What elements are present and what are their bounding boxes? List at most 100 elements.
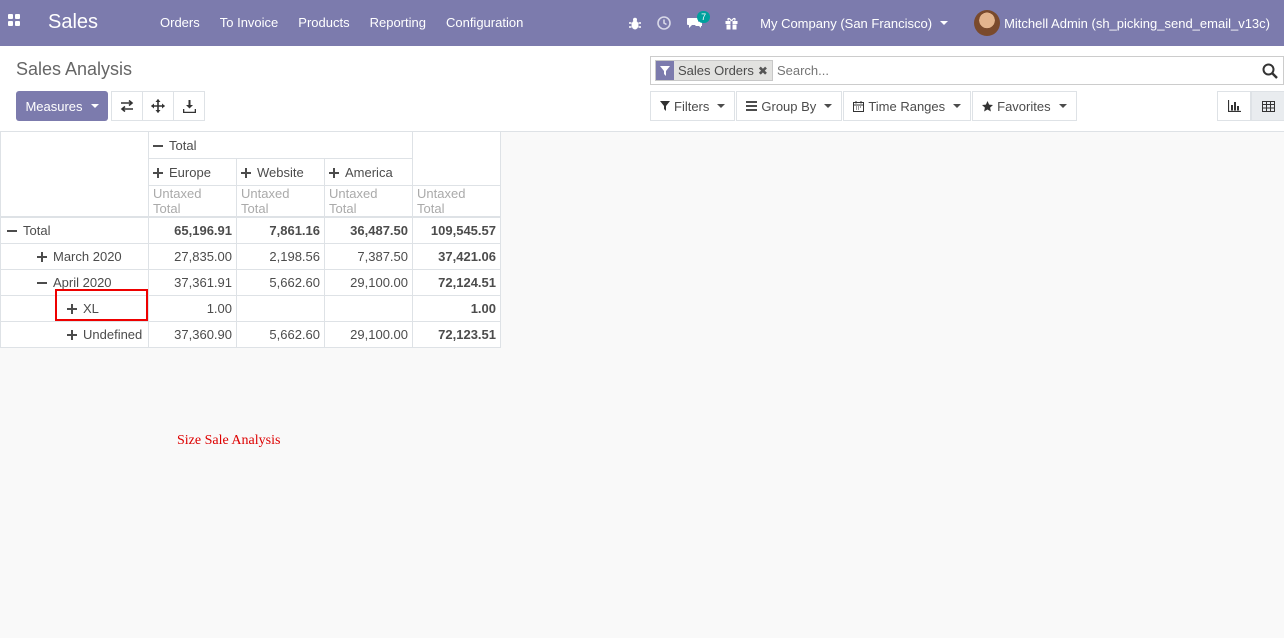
pivot-cell[interactable]: 27,835.00 [148, 242, 237, 270]
measure-header[interactable]: Untaxed Total [412, 185, 501, 218]
flip-axis-button[interactable] [111, 91, 143, 121]
time-ranges-button[interactable]: Time Ranges [843, 91, 972, 121]
time-ranges-label: Time Ranges [868, 98, 946, 114]
top-navbar: Sales Orders To Invoice Products Reporti… [0, 0, 1284, 46]
pivot-cell-total[interactable]: 72,124.51 [412, 268, 501, 296]
activity-clock-icon[interactable] [657, 16, 671, 30]
pivot-cell-total[interactable]: 1.00 [412, 294, 501, 322]
menu-item-to-invoice[interactable]: To Invoice [210, 0, 289, 46]
pivot-actions [111, 91, 205, 121]
menu-item-orders[interactable]: Orders [150, 0, 210, 46]
pivot-cell[interactable]: 2,198.56 [236, 242, 325, 270]
control-panel: Sales Analysis Sales Orders ✖ Measures [0, 46, 1284, 132]
collapse-icon [7, 223, 17, 238]
exchange-icon [120, 100, 134, 112]
measure-header[interactable]: Untaxed Total [324, 185, 413, 218]
systray: 7 My Company (San Francisco) Mitchell Ad… [621, 0, 1284, 46]
chevron-down-icon [953, 104, 962, 108]
pivot-cell[interactable]: 37,360.90 [148, 320, 237, 348]
col-header-grand-total [412, 131, 501, 186]
filters-label: Filters [674, 98, 710, 114]
search-icon[interactable] [1257, 63, 1283, 79]
company-switcher[interactable]: My Company (San Francisco) [760, 16, 949, 31]
pivot-cell-total[interactable]: 37,421.06 [412, 242, 501, 270]
pivot-cell-total[interactable]: 72,123.51 [412, 320, 501, 348]
favorites-button[interactable]: Favorites [972, 91, 1077, 121]
row-header-label: XL [83, 300, 99, 316]
row-header-april-2020[interactable]: April 2020 [0, 268, 149, 296]
measure-header[interactable]: Untaxed Total [148, 185, 237, 218]
table-row: XL 1.00 1.00 [0, 294, 501, 322]
col-header-total[interactable]: Total [148, 131, 413, 159]
chevron-down-icon [940, 21, 949, 25]
download-icon [182, 99, 196, 113]
pivot-cell[interactable]: 36,487.50 [324, 216, 413, 244]
expand-icon [153, 168, 163, 179]
pivot-cell[interactable]: 29,100.00 [324, 268, 413, 296]
pivot-cell[interactable]: 7,861.16 [236, 216, 325, 244]
facet-label: Sales Orders [678, 63, 754, 78]
pivot-cell[interactable]: 37,361.91 [148, 268, 237, 296]
measures-button[interactable]: Measures [16, 91, 108, 121]
filter-icon [656, 61, 674, 80]
gift-icon[interactable] [725, 17, 738, 30]
group-by-button[interactable]: Group By [736, 91, 843, 121]
table-row: Undefined 37,360.90 5,662.60 29,100.00 7… [0, 320, 501, 348]
col-header-europe[interactable]: Europe [148, 158, 237, 186]
table-row: April 2020 37,361.91 5,662.60 29,100.00 … [0, 268, 501, 296]
pivot-cell[interactable]: 65,196.91 [148, 216, 237, 244]
avatar [974, 10, 1001, 36]
expand-all-button[interactable] [142, 91, 174, 121]
row-header-march-2020[interactable]: March 2020 [0, 242, 149, 270]
apps-menu-icon[interactable] [8, 14, 24, 30]
pivot-cell[interactable] [324, 294, 413, 322]
group-by-label: Group By [761, 98, 817, 114]
table-row: Total 65,196.91 7,861.16 36,487.50 109,5… [0, 216, 501, 244]
row-header-total[interactable]: Total [0, 216, 149, 244]
graph-view-button[interactable] [1217, 91, 1251, 121]
pivot-cell[interactable]: 1.00 [148, 294, 237, 322]
menu-item-configuration[interactable]: Configuration [436, 0, 533, 46]
chevron-down-icon [1058, 104, 1067, 108]
download-button[interactable] [173, 91, 205, 121]
table-icon [1261, 100, 1275, 112]
table-row: March 2020 27,835.00 2,198.56 7,387.50 3… [0, 242, 501, 270]
row-header-label: March 2020 [53, 248, 122, 264]
row-header-label: April 2020 [53, 274, 112, 290]
menu-item-products[interactable]: Products [288, 0, 359, 46]
filters-button[interactable]: Filters [650, 91, 736, 121]
col-header-label: America [345, 164, 393, 180]
col-header-label: Europe [169, 164, 211, 180]
row-header-xl[interactable]: XL [0, 294, 149, 322]
chevron-down-icon [90, 104, 99, 108]
search-facet: Sales Orders ✖ [655, 60, 773, 81]
row-header-undefined[interactable]: Undefined [0, 320, 149, 348]
measures-label: Measures [25, 98, 83, 114]
pivot-view-button[interactable] [1251, 91, 1284, 121]
facet-remove-icon[interactable]: ✖ [758, 64, 768, 78]
col-header-america[interactable]: America [324, 158, 413, 186]
pivot-table: Total Europe Website America Untaxed Tot… [0, 131, 501, 348]
pivot-cell[interactable] [236, 294, 325, 322]
app-name[interactable]: Sales [48, 11, 98, 34]
debug-bug-icon[interactable] [629, 17, 642, 30]
bars-icon [746, 101, 758, 111]
messages-icon[interactable]: 7 [687, 10, 711, 30]
menu-item-reporting[interactable]: Reporting [360, 0, 436, 46]
pivot-cell-total[interactable]: 109,545.57 [412, 216, 501, 244]
pivot-cell[interactable]: 29,100.00 [324, 320, 413, 348]
annotation-text: Size Sale Analysis [177, 433, 281, 448]
col-header-website[interactable]: Website [236, 158, 325, 186]
search-input[interactable] [776, 59, 1257, 82]
chevron-down-icon [824, 104, 833, 108]
view-switcher [1217, 91, 1284, 121]
measure-header[interactable]: Untaxed Total [236, 185, 325, 218]
expand-icon [329, 168, 339, 179]
page-title: Sales Analysis [16, 59, 133, 79]
pivot-cell[interactable]: 7,387.50 [324, 242, 413, 270]
pivot-cell[interactable]: 5,662.60 [236, 268, 325, 296]
pivot-cell[interactable]: 5,662.60 [236, 320, 325, 348]
expand-icon [67, 330, 77, 341]
expand-icon [37, 252, 47, 263]
user-menu[interactable]: Mitchell Admin (sh_picking_send_email_v1… [974, 10, 1270, 36]
